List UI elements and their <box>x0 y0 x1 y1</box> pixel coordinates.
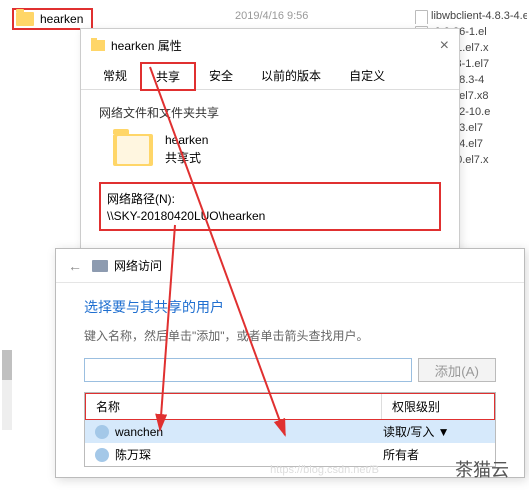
scrollbar[interactable] <box>2 350 12 430</box>
close-icon[interactable]: × <box>440 37 449 55</box>
scroll-thumb[interactable] <box>2 350 12 380</box>
properties-dialog: hearken 属性 × 常规 共享 安全 以前的版本 自定义 网络文件和文件夹… <box>80 28 460 254</box>
share-folder-name: hearken <box>165 133 208 147</box>
add-button[interactable]: 添加(A) <box>418 358 496 382</box>
list-item[interactable]: libwbclient-4.8.3-4.e <box>415 8 527 24</box>
folder-icon <box>113 134 153 166</box>
netpath-value[interactable]: \\SKY-20180420LUO\hearken <box>107 209 433 223</box>
tab-custom[interactable]: 自定义 <box>335 63 399 90</box>
dialog-title: hearken 属性 <box>81 29 459 62</box>
hint-text: 键入名称，然后单击"添加"，或者单击箭头查找用户。 <box>84 327 496 344</box>
user-icon <box>95 448 109 462</box>
user-input[interactable] <box>84 358 412 382</box>
user-table: 名称 权限级别 wanchen 读取/写入 ▼ 陈万琛 所有者 <box>84 392 496 467</box>
folder-date: 2019/4/16 9:56 <box>235 10 308 22</box>
col-name[interactable]: 名称 <box>86 394 382 419</box>
user-name: wanchen <box>115 425 383 439</box>
watermark-url: https://blog.csdn.net/B <box>270 464 379 476</box>
section-heading: 网络文件和文件夹共享 <box>99 104 441 121</box>
dialog-title: 网络访问 <box>114 257 162 274</box>
shared-label: 共享式 <box>165 149 208 166</box>
user-name: 陈万琛 <box>115 446 383 463</box>
folder-icon <box>91 40 105 51</box>
folder-item[interactable]: hearken <box>12 8 93 30</box>
folder-name: hearken <box>40 12 83 26</box>
network-access-dialog: ← 网络访问 选择要与其共享的用户 键入名称，然后单击"添加"，或者单击箭头查找… <box>55 248 525 478</box>
tab-bar: 常规 共享 安全 以前的版本 自定义 <box>81 62 459 90</box>
share-heading: 选择要与其共享的用户 <box>84 297 496 317</box>
folder-icon <box>16 12 34 26</box>
tab-security[interactable]: 安全 <box>195 63 247 90</box>
user-icon <box>95 425 109 439</box>
tab-share[interactable]: 共享 <box>141 63 195 90</box>
watermark: 茶猫云 <box>455 456 509 482</box>
netpath-label: 网络路径(N): <box>107 190 433 207</box>
network-icon <box>92 260 108 272</box>
tab-general[interactable]: 常规 <box>89 63 141 90</box>
col-permission[interactable]: 权限级别 <box>382 394 494 419</box>
network-path-box: 网络路径(N): \\SKY-20180420LUO\hearken <box>99 182 441 231</box>
user-perm[interactable]: 读取/写入 ▼ <box>383 423 485 440</box>
tab-previous[interactable]: 以前的版本 <box>247 63 335 90</box>
table-row[interactable]: wanchen 读取/写入 ▼ <box>85 420 495 443</box>
back-icon[interactable]: ← <box>68 258 82 274</box>
table-row[interactable]: 陈万琛 所有者 <box>85 443 495 466</box>
